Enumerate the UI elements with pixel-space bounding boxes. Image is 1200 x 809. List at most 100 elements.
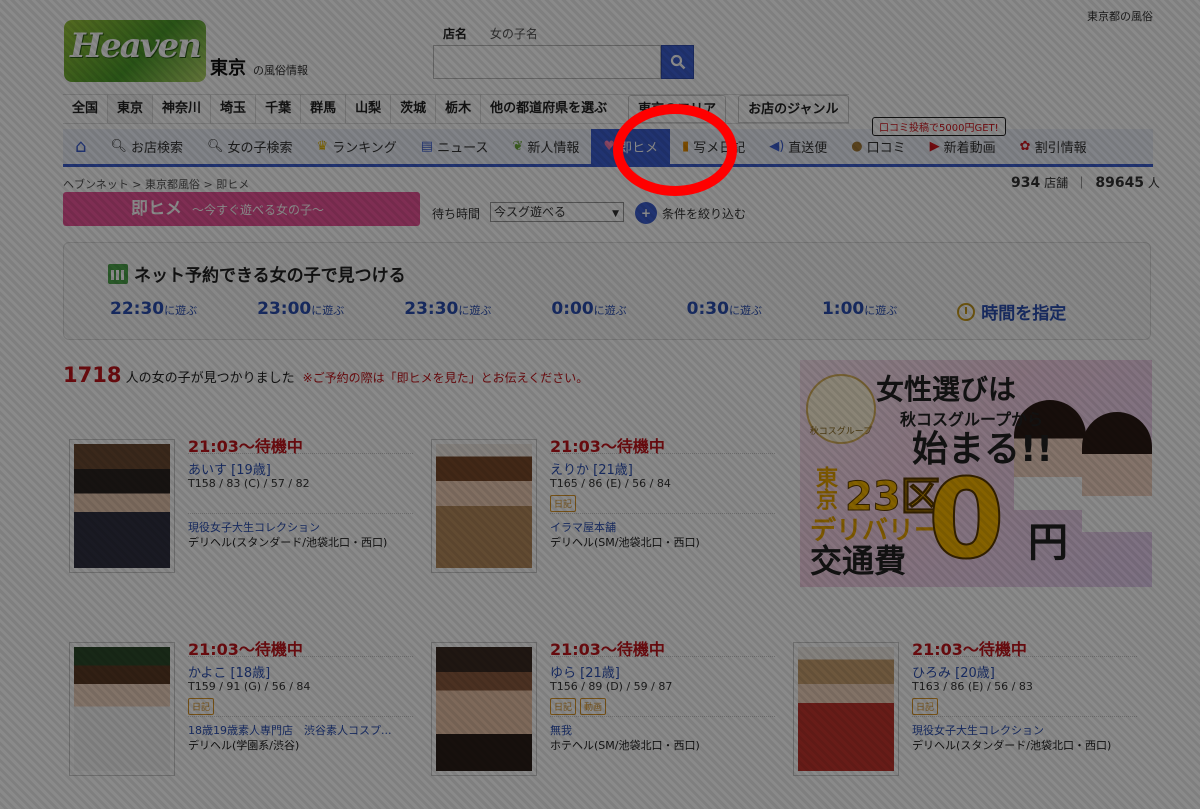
search-input[interactable] — [433, 45, 661, 79]
nav-discount[interactable]: ✿ 割引情報 — [1008, 129, 1099, 165]
filter-label: 条件を絞り込む — [662, 206, 747, 221]
girl-photo[interactable] — [69, 642, 175, 776]
wait-time-select[interactable]: 今スグ遊べる — [490, 202, 624, 223]
girl-photo-image — [798, 647, 894, 771]
shop-genre: デリヘル(スタンダード/池袋北口・西口) — [188, 536, 388, 549]
shop-name-link[interactable]: 現役女子大生コレクション — [912, 722, 1137, 738]
girl-photo[interactable] — [431, 439, 537, 573]
highlight-ring-annotation — [613, 104, 737, 196]
nav-direct-mail[interactable]: ◀) 直送便 — [757, 129, 839, 165]
girl-name-link[interactable]: かよこ [18歳] — [188, 662, 270, 681]
diary-tag: 日記 — [188, 698, 215, 715]
shop-name-link[interactable]: イラマ屋本舗 — [550, 519, 775, 535]
divider — [912, 656, 1137, 657]
girl-photo[interactable] — [793, 642, 899, 776]
area-item-other-prefectures[interactable]: 他の都道府県を選ぶ — [480, 95, 617, 123]
divider — [188, 656, 413, 657]
nav-news[interactable]: ▤ ニュース — [409, 129, 501, 165]
time-slot-0100[interactable]: 1:00に遊ぶ — [822, 299, 897, 324]
time-slot-0030[interactable]: 0:30に遊ぶ — [687, 299, 762, 324]
kuchikomi-promo-badge[interactable]: 口コミ投稿で5000円GET! — [872, 117, 1006, 136]
results-note: ※ご予約の際は「即ヒメを見た」とお伝えください。 — [302, 371, 589, 385]
girl-card[interactable]: 21:03〜待機中 あいす [19歳] T158 / 83 (C) / 57 /… — [63, 433, 415, 573]
girl-age: [19歳] — [231, 463, 271, 478]
girl-name-link[interactable]: あいす [19歳] — [188, 459, 271, 478]
girl-photo[interactable] — [431, 642, 537, 776]
slot-time: 22:30 — [110, 299, 165, 319]
filter-conditions-button[interactable]: + 条件を絞り込む — [635, 202, 746, 224]
girl-card[interactable]: 21:03〜待機中 かよこ [18歳] T159 / 91 (G) / 56 /… — [63, 636, 415, 776]
wait-time-label: 待ち時間 — [432, 207, 481, 221]
nav-label: 新着動画 — [943, 141, 996, 156]
time-slot-0000[interactable]: 0:00に遊ぶ — [551, 299, 626, 324]
divider — [550, 513, 775, 514]
search-icon: 🔍︎ — [206, 139, 224, 154]
tokyo-fuzoku-link[interactable]: 東京都の風俗 — [1087, 8, 1153, 24]
slot-time: 23:00 — [257, 299, 312, 319]
area-item-yamanashi[interactable]: 山梨 — [345, 95, 391, 123]
area-item-zenkoku[interactable]: 全国 — [63, 95, 108, 123]
site-logo[interactable]: Heaven シティヘブンネット — [64, 20, 206, 97]
divider — [188, 513, 413, 514]
breadcrumb[interactable]: ヘブンネット > 東京都風俗 > 即ヒメ — [63, 176, 249, 192]
girl-tags: 日記 — [188, 698, 218, 715]
time-slot-2300[interactable]: 23:00に遊ぶ — [257, 299, 344, 324]
nav-shop-search[interactable]: 🔍︎ お店検索 — [98, 129, 195, 165]
area-item-kanagawa[interactable]: 神奈川 — [152, 95, 211, 123]
slot-suffix: に遊ぶ — [864, 304, 898, 317]
nav-label: 割引情報 — [1034, 141, 1087, 156]
area-item-chiba[interactable]: 千葉 — [255, 95, 301, 123]
search-tab-girl[interactable]: 女の子名 — [481, 25, 548, 42]
girl-name: かよこ — [188, 666, 227, 681]
time-slot-2330[interactable]: 23:30に遊ぶ — [404, 299, 491, 324]
search-tabs: 店名 女の子名 — [434, 25, 548, 42]
play-icon: ▶ — [929, 139, 940, 154]
nav-ranking[interactable]: ♛ ランキング — [305, 129, 409, 165]
girl-name-link[interactable]: えりか [21歳] — [550, 459, 633, 478]
girl-age: [18歳] — [230, 666, 271, 681]
girl-card[interactable]: 21:03〜待機中 ひろみ [20歳] T163 / 86 (E) / 56 /… — [787, 636, 1139, 776]
shop-name-link[interactable]: 18歳19歳素人専門店 渋谷素人コスプ... — [188, 722, 413, 738]
diary-tag: 日記 — [912, 698, 939, 715]
girl-age: [21歳] — [593, 463, 633, 478]
girl-measurements: T163 / 86 (E) / 56 / 83 — [912, 680, 1033, 693]
girl-tags: 日記 動画 — [550, 698, 610, 715]
region-title: 東京 — [210, 58, 246, 79]
area-item-ibaraki[interactable]: 茨城 — [390, 95, 436, 123]
area-item-saitama[interactable]: 埼玉 — [210, 95, 256, 123]
ad-fee: 交通費 — [810, 542, 907, 580]
slot-time: 0:00 — [551, 299, 594, 319]
girl-card[interactable]: 21:03〜待機中 えりか [21歳] T165 / 86 (E) / 56 /… — [425, 433, 777, 573]
ad-headline: 女性選びは — [876, 373, 1017, 406]
search-icon: 🔍︎ — [110, 139, 127, 154]
nav-newcomer[interactable]: ❦ 新人情報 — [500, 129, 591, 165]
girl-photo[interactable] — [69, 439, 175, 573]
divider — [188, 453, 413, 454]
nav-girl-search[interactable]: 🔍︎ 女の子検索 — [195, 129, 305, 165]
girl-name-link[interactable]: ゆら [21歳] — [550, 662, 620, 681]
girl-measurements: T159 / 91 (G) / 56 / 84 — [188, 680, 311, 693]
shop-name-link[interactable]: 無我 — [550, 722, 775, 738]
girl-age: [21歳] — [580, 666, 620, 681]
net-reservation-title: ネット予約できる女の子で見つける — [108, 261, 406, 286]
girl-name-link[interactable]: ひろみ [20歳] — [912, 662, 995, 681]
search-button[interactable] — [661, 45, 694, 79]
reserve-title-text: ネット予約できる女の子で見つける — [134, 266, 406, 286]
area-item-gunma[interactable]: 群馬 — [300, 95, 346, 123]
results-count: 1718 — [63, 363, 122, 387]
girl-card[interactable]: 21:03〜待機中 ゆら [21歳] T156 / 89 (D) / 59 / … — [425, 636, 777, 776]
specify-time-button[interactable]: 時間を指定 — [957, 299, 1066, 324]
area-item-tokyo[interactable]: 東京 — [107, 95, 153, 123]
calendar-icon — [108, 263, 128, 284]
nav-label: 女の子検索 — [227, 141, 293, 156]
diary-tag: 日記 — [550, 698, 577, 715]
area-item-tochigi[interactable]: 栃木 — [435, 95, 481, 123]
search-tab-shop[interactable]: 店名 — [434, 25, 477, 42]
advertisement-banner[interactable]: 秋コスグループ 女性選びは 秋コスグループから 始まる!! 東京 23区 デリバ… — [800, 360, 1152, 587]
girl-tags: 日記 — [550, 495, 580, 512]
time-slot-2230[interactable]: 22:30に遊ぶ — [110, 299, 197, 324]
home-icon[interactable]: ⌂ — [63, 129, 98, 165]
area-item-shop-genre[interactable]: お店のジャンル — [738, 95, 849, 123]
girl-tags: 日記 — [912, 698, 942, 715]
shop-name-link[interactable]: 現役女子大生コレクション — [188, 519, 413, 535]
